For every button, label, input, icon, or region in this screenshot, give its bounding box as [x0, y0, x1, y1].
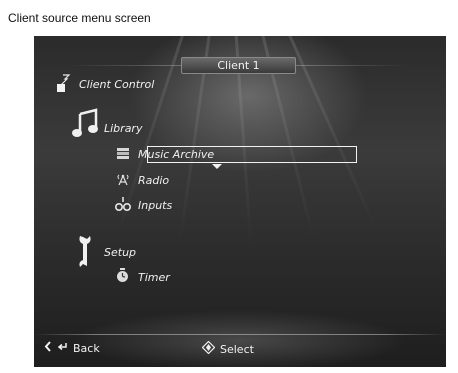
radio-tower-icon: [116, 172, 130, 191]
section-client-control[interactable]: Client Control: [79, 78, 154, 91]
menu-item-timer[interactable]: Timer: [138, 271, 170, 284]
timer-icon: [116, 268, 129, 288]
menu-item-radio[interactable]: Radio: [138, 174, 169, 187]
figure-caption: Client source menu screen: [8, 11, 151, 25]
wrench-icon: [74, 234, 100, 273]
footer-divider: [34, 334, 446, 335]
return-arrow-icon: [57, 341, 68, 355]
select-label: Select: [220, 342, 254, 356]
music-archive-icon: [116, 147, 130, 165]
menu-item-inputs[interactable]: Inputs: [138, 199, 172, 212]
select-diamond-icon: [201, 340, 216, 357]
chevron-left-icon: [44, 341, 52, 355]
select-button[interactable]: Select: [201, 340, 254, 357]
inputs-icon: [114, 196, 132, 217]
back-button[interactable]: Back: [44, 341, 100, 355]
scroll-down-indicator-icon: [212, 164, 222, 169]
client-control-icon: [54, 74, 76, 101]
music-note-icon: [70, 108, 102, 145]
client-menu-screen: Client 1 Client Control Library Music Ar…: [34, 36, 446, 367]
menu-item-music-archive[interactable]: Music Archive: [138, 148, 214, 161]
section-setup[interactable]: Setup: [104, 246, 136, 259]
page-title: Client 1: [181, 57, 296, 74]
section-library[interactable]: Library: [104, 122, 142, 135]
back-label: Back: [73, 341, 100, 355]
